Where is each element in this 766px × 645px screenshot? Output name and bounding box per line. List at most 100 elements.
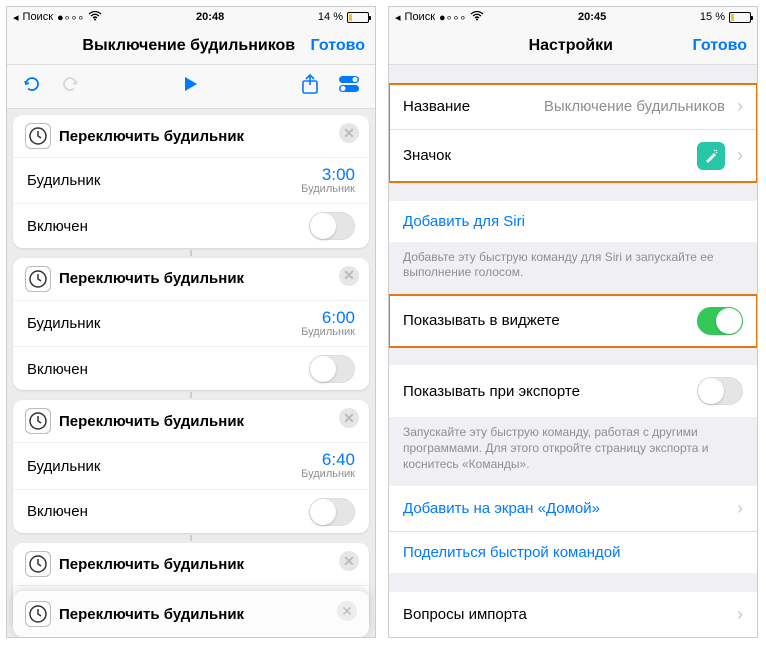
- widget-switch[interactable]: [697, 307, 743, 335]
- nav-bar: Настройки Готово: [389, 27, 757, 65]
- clock-icon: [25, 601, 51, 627]
- phone-right: ◂ Поиск ●∘∘∘ 20:45 15 % Настройки Готово…: [388, 6, 758, 638]
- redo-icon: [59, 73, 81, 100]
- connector-icon: [190, 535, 192, 541]
- toolbar: [7, 65, 375, 109]
- share-label: Поделиться быстрой командой: [403, 544, 620, 561]
- page-title: Настройки: [449, 37, 693, 55]
- back-chevron-icon[interactable]: ◂: [13, 11, 19, 24]
- import-label: Вопросы импорта: [403, 606, 527, 623]
- signal-icon: ●∘∘∘: [439, 11, 466, 24]
- alarm-label: Будильник: [27, 458, 100, 475]
- chevron-right-icon: ›: [737, 498, 743, 519]
- import-cell[interactable]: Вопросы импорта ›: [389, 592, 757, 637]
- status-time: 20:45: [578, 11, 606, 23]
- alarm-sub: Будильник: [301, 469, 355, 481]
- battery-percent: 14 %: [318, 11, 343, 23]
- phone-left: ◂ Поиск ●∘∘∘ 20:48 14 % Выключение будил…: [6, 6, 376, 638]
- clock-icon: [25, 408, 51, 434]
- connector-icon: [190, 392, 192, 398]
- status-bar: ◂ Поиск ●∘∘∘ 20:45 15 %: [389, 7, 757, 27]
- alarm-label: Будильник: [27, 315, 100, 332]
- alarm-sub: Будильник: [301, 184, 355, 196]
- clock-icon: [25, 551, 51, 577]
- siri-add-cell[interactable]: Добавить для Siri: [389, 201, 757, 242]
- alarm-time-row[interactable]: Будильник 3:00Будильник: [13, 157, 369, 203]
- chevron-right-icon: ›: [737, 96, 743, 117]
- repeat-label: Переключить будильник: [59, 606, 244, 623]
- status-bar: ◂ Поиск ●∘∘∘ 20:48 14 %: [7, 7, 375, 27]
- nav-bar: Выключение будильников Готово: [7, 27, 375, 65]
- wand-icon: [697, 142, 725, 170]
- alarm-time-row[interactable]: Будильник 6:40Будильник: [13, 442, 369, 488]
- settings-toggle-icon[interactable]: [337, 73, 361, 100]
- alarm-time-row[interactable]: Будильник 6:00Будильник: [13, 300, 369, 346]
- status-time: 20:48: [196, 11, 224, 23]
- alarm-time: 6:00: [322, 308, 355, 327]
- enabled-switch[interactable]: [309, 212, 355, 240]
- enabled-label: Включен: [27, 218, 88, 235]
- export-switch[interactable]: [697, 377, 743, 405]
- card-title: Переключить будильник: [59, 556, 244, 573]
- wifi-icon: [88, 11, 102, 24]
- siri-note: Добавьте эту быструю команду для Siri и …: [389, 242, 757, 295]
- share-cell[interactable]: Поделиться быстрой командой: [389, 532, 757, 573]
- status-back[interactable]: Поиск: [23, 11, 53, 23]
- status-back[interactable]: Поиск: [405, 11, 435, 23]
- export-note: Запускайте эту быструю команду, работая …: [389, 417, 757, 486]
- page-title: Выключение будильников: [67, 37, 311, 55]
- widget-cell: Показывать в виджете: [389, 295, 757, 347]
- close-icon[interactable]: ✕: [339, 551, 359, 571]
- card-title: Переключить будильник: [59, 270, 244, 287]
- card-title: Переключить будильник: [59, 128, 244, 145]
- clock-icon: [25, 123, 51, 149]
- repeat-panel[interactable]: Переключить будильник ✕: [13, 591, 369, 637]
- done-button[interactable]: Готово: [311, 37, 365, 55]
- alarm-time: 6:40: [322, 450, 355, 469]
- content-area: Переключить будильник ✕ Будильник 3:00Бу…: [7, 109, 375, 637]
- close-icon[interactable]: ✕: [339, 408, 359, 428]
- battery-icon: [347, 12, 369, 23]
- siri-add-label: Добавить для Siri: [403, 213, 525, 230]
- export-cell: Показывать при экспорте: [389, 365, 757, 417]
- clock-icon: [25, 266, 51, 292]
- alarm-sub: Будильник: [301, 327, 355, 339]
- enabled-row: Включен: [13, 203, 369, 247]
- name-value: Выключение будильников: [478, 98, 725, 115]
- card-title: Переключить будильник: [59, 413, 244, 430]
- battery-percent: 15 %: [700, 11, 725, 23]
- close-icon[interactable]: ✕: [337, 601, 357, 621]
- alarm-card: Переключить будильник ✕ Будильник 6:00Бу…: [13, 258, 369, 391]
- enabled-row: Включен: [13, 489, 369, 533]
- icon-cell[interactable]: Значок ›: [389, 130, 757, 182]
- undo-icon[interactable]: [21, 73, 43, 100]
- share-icon[interactable]: [299, 73, 321, 100]
- play-icon[interactable]: [180, 74, 200, 99]
- name-cell[interactable]: Название Выключение будильников ›: [389, 84, 757, 130]
- alarm-time: 3:00: [322, 165, 355, 184]
- enabled-switch[interactable]: [309, 355, 355, 383]
- connector-icon: [190, 250, 192, 256]
- close-icon[interactable]: ✕: [339, 266, 359, 286]
- alarm-card: Переключить будильник ✕ Будильник 3:00Бу…: [13, 115, 369, 248]
- alarm-label: Будильник: [27, 172, 100, 189]
- enabled-label: Включен: [27, 503, 88, 520]
- export-label: Показывать при экспорте: [403, 383, 580, 400]
- settings-body: Название Выключение будильников › Значок…: [389, 65, 757, 637]
- widget-label: Показывать в виджете: [403, 312, 560, 329]
- battery-icon: [729, 12, 751, 23]
- done-button[interactable]: Готово: [693, 37, 747, 55]
- home-add-cell[interactable]: Добавить на экран «Домой» ›: [389, 486, 757, 532]
- back-chevron-icon[interactable]: ◂: [395, 11, 401, 24]
- chevron-right-icon: ›: [737, 604, 743, 625]
- enabled-row: Включен: [13, 346, 369, 390]
- name-label: Название: [403, 98, 470, 115]
- chevron-right-icon: ›: [737, 145, 743, 166]
- enabled-label: Включен: [27, 361, 88, 378]
- close-icon[interactable]: ✕: [339, 123, 359, 143]
- group-name-icon: Название Выключение будильников › Значок…: [389, 84, 757, 182]
- alarm-card: Переключить будильник ✕ Будильник 6:40Бу…: [13, 400, 369, 533]
- enabled-switch[interactable]: [309, 498, 355, 526]
- home-add-label: Добавить на экран «Домой»: [403, 500, 600, 517]
- signal-icon: ●∘∘∘: [57, 11, 84, 24]
